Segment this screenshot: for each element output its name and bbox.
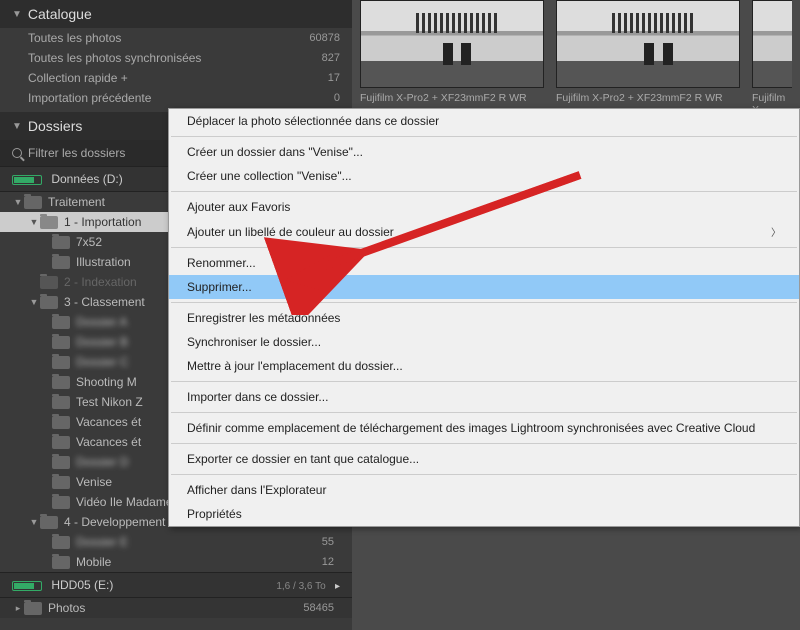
menu-import-folder[interactable]: Importer dans ce dossier... (169, 385, 799, 409)
folder-icon (40, 516, 58, 529)
menu-add-color-label[interactable]: Ajouter un libellé de couleur au dossier… (169, 219, 799, 244)
catalogue-synced[interactable]: Toutes les photos synchronisées 827 (0, 48, 352, 68)
folder-icon (40, 276, 58, 289)
menu-export-catalog[interactable]: Exporter ce dossier en tant que catalogu… (169, 447, 799, 471)
folder-photos-root[interactable]: ▸ Photos 58465 (0, 598, 352, 618)
menu-delete[interactable]: Supprimer... (169, 275, 799, 299)
context-menu: Déplacer la photo sélectionnée dans ce d… (168, 108, 800, 527)
catalogue-header[interactable]: ▼ Catalogue (0, 0, 352, 28)
folder-icon (52, 556, 70, 569)
folder-icon (24, 196, 42, 209)
submenu-arrow-icon: 〉 (771, 224, 781, 239)
caret-right-icon: ▸ (12, 603, 24, 614)
caret-down-icon: ▼ (12, 121, 22, 132)
folder-icon (52, 396, 70, 409)
folder-icon (52, 256, 70, 269)
disk-usage-icon (12, 581, 42, 591)
catalogue-all-photos[interactable]: Toutes les photos 60878 (0, 28, 352, 48)
folder-icon (52, 416, 70, 429)
folder-icon (40, 296, 58, 309)
dossiers-title: Dossiers (28, 118, 82, 134)
menu-rename[interactable]: Renommer... (169, 251, 799, 275)
caret-down-icon: ▼ (12, 9, 22, 20)
thumbnail-image (556, 0, 740, 88)
caret-right-icon: ▸ (335, 581, 340, 592)
menu-set-cloud-location[interactable]: Définir comme emplacement de téléchargem… (169, 416, 799, 440)
caret-down-icon: ▼ (28, 217, 40, 227)
menu-new-collection[interactable]: Créer une collection "Venise"... (169, 164, 799, 188)
folder-blur-5[interactable]: Dossier E 55 (0, 532, 352, 552)
folder-icon (52, 476, 70, 489)
menu-new-folder[interactable]: Créer un dossier dans "Venise"... (169, 140, 799, 164)
caret-down-icon: ▼ (28, 297, 40, 307)
thumbnail-1[interactable]: Fujifilm X-Pro2 + XF23mmF2 R WR (360, 0, 544, 116)
menu-add-favorites[interactable]: Ajouter aux Favoris (169, 195, 799, 219)
catalogue-title: Catalogue (28, 6, 92, 22)
catalogue-prev-import[interactable]: Importation précédente 0 (0, 88, 352, 108)
menu-move-photo[interactable]: Déplacer la photo sélectionnée dans ce d… (169, 109, 799, 133)
menu-update-location[interactable]: Mettre à jour l'emplacement du dossier..… (169, 354, 799, 378)
catalogue-quick-collection[interactable]: Collection rapide + 17 (0, 68, 352, 88)
menu-properties[interactable]: Propriétés (169, 502, 799, 526)
caret-down-icon: ▼ (28, 517, 40, 527)
drive-e[interactable]: HDD05 (E:) 1,6 / 3,6 To ▸ (0, 572, 352, 598)
folder-icon (52, 436, 70, 449)
thumbnail-image (752, 0, 792, 88)
menu-sync-folder[interactable]: Synchroniser le dossier... (169, 330, 799, 354)
folder-icon (52, 356, 70, 369)
menu-save-metadata[interactable]: Enregistrer les métadonnées (169, 306, 799, 330)
thumbnail-image (360, 0, 544, 88)
folder-mobile[interactable]: Mobile 12 (0, 552, 352, 572)
caret-down-icon: ▼ (12, 197, 24, 207)
folder-icon (52, 376, 70, 389)
thumbnail-caption: Fujifilm X-Pro2 + XF23mmF2 R WR (556, 88, 740, 104)
search-icon (12, 148, 22, 158)
folder-icon (52, 536, 70, 549)
folder-icon (52, 336, 70, 349)
folder-icon (52, 236, 70, 249)
menu-show-explorer[interactable]: Afficher dans l'Explorateur (169, 478, 799, 502)
thumbnail-2[interactable]: Fujifilm X-Pro2 + XF23mmF2 R WR (556, 0, 740, 116)
thumbnail-caption: Fujifilm X-Pro2 + XF23mmF2 R WR (360, 88, 544, 104)
folder-icon (40, 216, 58, 229)
disk-usage-icon (12, 175, 42, 185)
thumbnail-3[interactable]: Fujifilm X- (752, 0, 792, 116)
folder-icon (52, 496, 70, 509)
folder-icon (52, 316, 70, 329)
folder-icon (24, 602, 42, 615)
folder-icon (52, 456, 70, 469)
